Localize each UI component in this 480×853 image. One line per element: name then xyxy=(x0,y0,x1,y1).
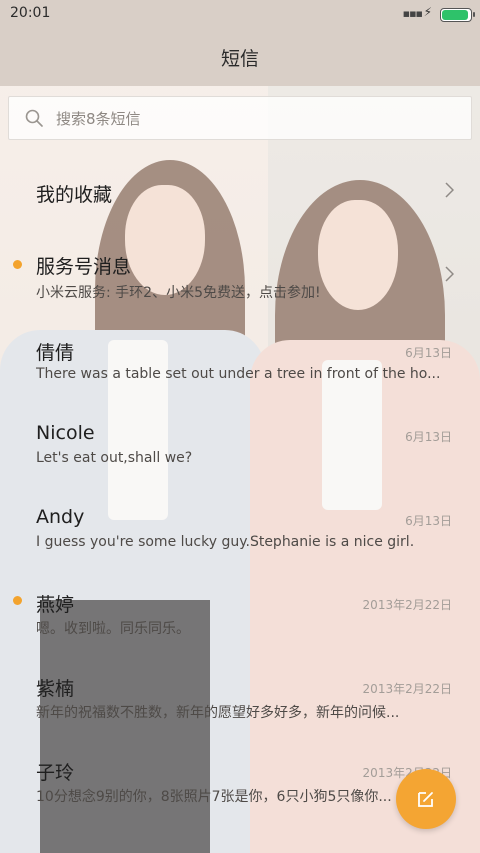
message-date: 6月13日 xyxy=(405,346,452,360)
contact-name: Nicole xyxy=(36,422,95,444)
chevron-right-icon xyxy=(445,182,454,198)
message-preview: Let's eat out,shall we? xyxy=(36,450,193,466)
message-date: 6月13日 xyxy=(405,430,452,444)
favorites-label: 我的收藏 xyxy=(36,184,113,206)
compose-button[interactable] xyxy=(396,769,456,829)
contact-name: Andy xyxy=(36,506,85,528)
search-icon xyxy=(25,109,43,127)
message-preview: I guess you're some lucky guy.Stephanie … xyxy=(36,534,415,550)
chevron-right-icon xyxy=(445,266,454,282)
message-preview: There was a table set out under a tree i… xyxy=(36,366,441,382)
conversation-item[interactable]: Andy 6月13日 I guess you're some lucky guy… xyxy=(0,482,480,566)
service-preview: 小米云服务: 手环2、小米5免费送，点击参加! xyxy=(36,285,321,301)
contact-name: 倩倩 xyxy=(36,342,75,364)
battery-icon xyxy=(440,8,475,22)
message-preview: 新年的祝福数不胜数，新年的愿望好多好多，新年的问候... xyxy=(36,705,400,721)
message-date: 2013年2月22日 xyxy=(362,598,452,612)
message-preview: 10分想念9别的你，8张照片7张是你，6只小狗5只像你... xyxy=(36,789,392,805)
contact-name: 子玲 xyxy=(36,762,75,784)
search-box[interactable] xyxy=(8,96,472,140)
unread-dot xyxy=(13,260,22,269)
conversation-list: 我的收藏 服务号消息 小米云服务: 手环2、小米5免费送，点击参加! 倩倩 6月… xyxy=(0,146,480,818)
status-bar: 20:01 ▪▪▪ ⚡ xyxy=(0,0,480,28)
message-preview: 嗯。收到啦。同乐同乐。 xyxy=(36,621,190,637)
service-messages-item[interactable]: 服务号消息 小米云服务: 手环2、小米5免费送，点击参加! xyxy=(0,230,480,314)
conversation-item[interactable]: Nicole 6月13日 Let's eat out,shall we? xyxy=(0,398,480,482)
charging-icon: ⚡ xyxy=(423,5,432,19)
conversation-item[interactable]: 倩倩 6月13日 There was a table set out under… xyxy=(0,314,480,398)
message-date: 2013年2月22日 xyxy=(362,682,452,696)
page-title: 短信 xyxy=(220,48,259,70)
search-input[interactable] xyxy=(54,105,458,133)
contact-name: 紫楠 xyxy=(36,678,75,700)
favorites-item[interactable]: 我的收藏 xyxy=(0,146,480,230)
title-bar: 短信 xyxy=(0,28,480,86)
unread-dot xyxy=(13,596,22,605)
compose-icon xyxy=(418,792,433,807)
status-time: 20:01 xyxy=(10,5,51,21)
service-name: 服务号消息 xyxy=(36,256,132,278)
signal-icon: ▪▪▪ xyxy=(402,7,423,20)
contact-name: 燕婷 xyxy=(36,594,75,616)
conversation-item[interactable]: 紫楠 2013年2月22日 新年的祝福数不胜数，新年的愿望好多好多，新年的问候.… xyxy=(0,650,480,734)
message-date: 6月13日 xyxy=(405,514,452,528)
conversation-item[interactable]: 燕婷 2013年2月22日 嗯。收到啦。同乐同乐。 xyxy=(0,566,480,650)
